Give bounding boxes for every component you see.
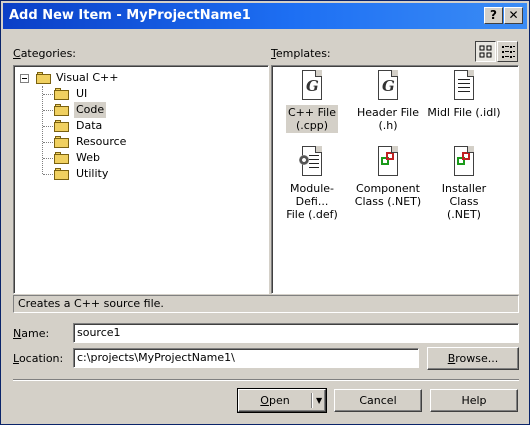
separator bbox=[13, 379, 519, 381]
folder-icon bbox=[54, 152, 70, 164]
large-icons-view-button[interactable] bbox=[475, 41, 496, 62]
dropdown-arrow-icon[interactable]: ▼ bbox=[316, 390, 322, 411]
template-item-5[interactable]: Installer Class (.NET) bbox=[424, 146, 504, 222]
template-label-line1: Module-Defi... bbox=[290, 182, 334, 208]
folder-icon bbox=[54, 104, 70, 116]
template-label: C++ File (.cpp) bbox=[285, 105, 339, 133]
tree-item-label: Web bbox=[76, 151, 100, 164]
help-button[interactable]: Help bbox=[430, 389, 518, 412]
close-button[interactable]: ✕ bbox=[504, 7, 523, 24]
header-file-icon: G bbox=[374, 70, 402, 102]
folder-icon bbox=[54, 168, 70, 180]
template-item-2[interactable]: Midl File (.idl) bbox=[424, 70, 504, 120]
browse-button[interactable]: Browse... bbox=[427, 347, 519, 370]
template-label: Module-Defi... File (.def) bbox=[272, 181, 352, 222]
small-icons-view-button[interactable] bbox=[497, 41, 518, 62]
template-item-4[interactable]: Component Class (.NET) bbox=[348, 146, 428, 209]
folder-icon bbox=[54, 88, 70, 100]
template-label-line1: C++ File bbox=[287, 106, 337, 119]
name-field[interactable]: source1 bbox=[73, 323, 519, 343]
template-label: Installer Class (.NET) bbox=[424, 181, 504, 222]
template-item-0[interactable]: G C++ File (.cpp) bbox=[272, 70, 352, 133]
template-label-line2: File (.def) bbox=[286, 208, 338, 221]
installer-class-icon bbox=[450, 146, 478, 178]
template-label-line1: Component bbox=[356, 182, 420, 195]
title-bar[interactable]: Add New Item - MyProjectName1 ? ✕ bbox=[3, 3, 527, 29]
midl-file-icon bbox=[450, 70, 478, 102]
help-title-button[interactable]: ? bbox=[484, 7, 503, 24]
small-icons-view-icon bbox=[502, 46, 515, 58]
template-label-line1: Midl File (.idl) bbox=[427, 106, 501, 119]
large-icons-view-icon bbox=[479, 45, 492, 58]
component-class-icon bbox=[374, 146, 402, 178]
template-label-line2: Class (.NET) bbox=[354, 195, 422, 208]
tree-item-label: UI bbox=[76, 87, 88, 100]
template-label-line2: (.h) bbox=[378, 119, 398, 132]
tree-item-label: Code bbox=[74, 102, 107, 118]
collapse-toggle[interactable] bbox=[20, 74, 29, 83]
template-label: Midl File (.idl) bbox=[425, 105, 502, 120]
module-definition-file-icon bbox=[298, 146, 326, 178]
close-icon: ✕ bbox=[508, 8, 519, 22]
template-item-3[interactable]: Module-Defi... File (.def) bbox=[272, 146, 352, 222]
tree-item-label: Data bbox=[76, 119, 103, 132]
template-label-line1: Installer Class bbox=[441, 182, 487, 208]
tree-item-label: Resource bbox=[76, 135, 127, 148]
template-label-line1: Header File bbox=[357, 106, 419, 119]
templates-label: Templates: bbox=[271, 47, 331, 60]
categories-tree[interactable]: Visual C++ UI Code Data Resource Web Utility bbox=[13, 65, 269, 294]
location-field[interactable]: c:\projects\MyProjectName1\ bbox=[73, 348, 419, 368]
name-label: Name: bbox=[13, 327, 50, 340]
folder-icon bbox=[54, 136, 70, 148]
folder-open-icon bbox=[36, 72, 52, 84]
window-title: Add New Item - MyProjectName1 bbox=[9, 8, 251, 23]
location-label: Location: bbox=[13, 352, 64, 365]
folder-icon bbox=[54, 120, 70, 132]
tree-item-label: Visual C++ bbox=[56, 71, 119, 84]
cpp-file-icon: G bbox=[298, 70, 326, 102]
template-item-1[interactable]: G Header File (.h) bbox=[348, 70, 428, 133]
open-button[interactable]: Open ▼ bbox=[237, 388, 327, 413]
categories-label: Categories: bbox=[13, 47, 77, 60]
cancel-button[interactable]: Cancel bbox=[334, 389, 422, 412]
template-label: Component Class (.NET) bbox=[353, 181, 423, 209]
add-new-item-dialog: Add New Item - MyProjectName1 ? ✕ Catego… bbox=[0, 0, 530, 425]
templates-list[interactable]: G C++ File (.cpp) G Header File (.h) Midl File… bbox=[271, 65, 519, 294]
template-description: Creates a C++ source file. bbox=[13, 295, 519, 313]
template-label-line2: (.NET) bbox=[447, 208, 481, 221]
template-label-line2: (.cpp) bbox=[295, 119, 329, 132]
template-label: Header File (.h) bbox=[355, 105, 421, 133]
tree-item-label: Utility bbox=[76, 167, 109, 180]
